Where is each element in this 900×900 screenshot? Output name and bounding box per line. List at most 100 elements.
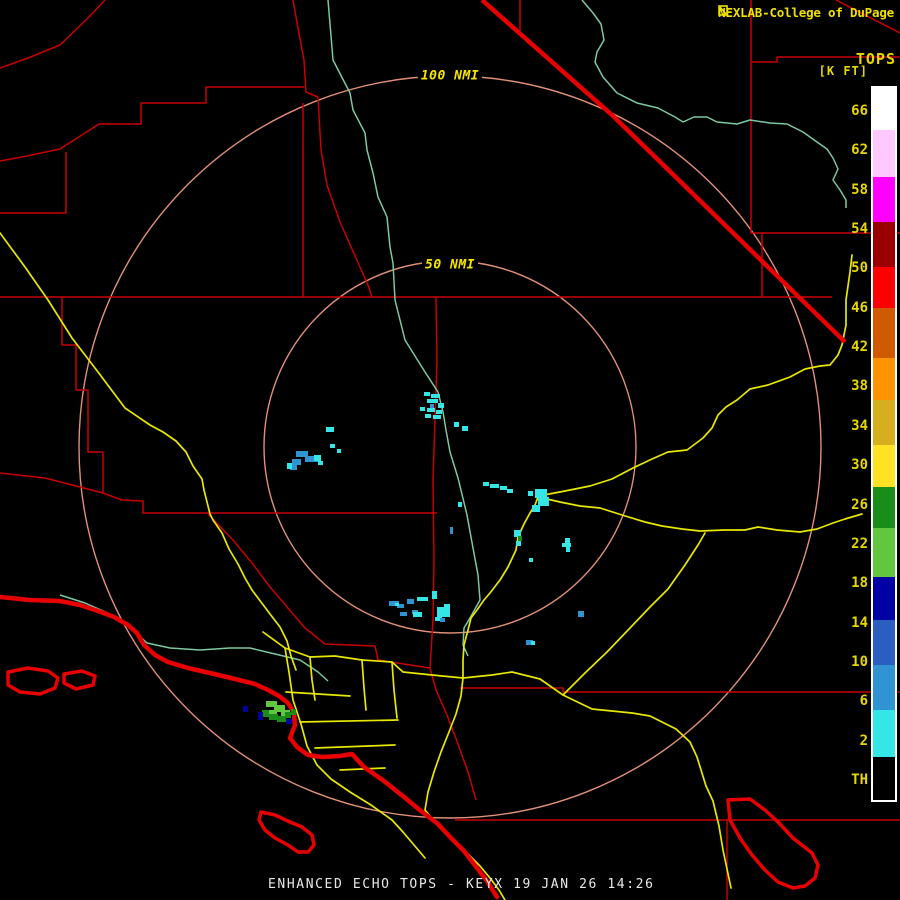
legend-segment — [873, 620, 895, 665]
echo-cell — [427, 408, 435, 412]
legend-label-66: 66 — [832, 103, 868, 119]
echo-cell — [566, 547, 570, 552]
echo-cell — [538, 497, 549, 506]
echo-cell — [430, 404, 434, 408]
legend-label-34: 34 — [832, 418, 868, 434]
echo-cell — [314, 455, 321, 461]
legend-segment — [873, 358, 895, 400]
legend-label-30: 30 — [832, 457, 868, 473]
echo-cell — [400, 612, 407, 616]
legend-units: [K FT] — [819, 64, 868, 78]
echo-cell — [483, 482, 489, 486]
echo-cell — [518, 536, 522, 541]
echo-cell — [330, 444, 335, 448]
legend-label-54: 54 — [832, 221, 868, 237]
legend-segment — [873, 528, 895, 577]
legend-segment — [873, 757, 895, 800]
echo-cell — [431, 394, 440, 398]
echo-cell — [395, 603, 399, 606]
legend-segment — [873, 665, 895, 710]
echo-cell — [432, 591, 437, 599]
echo-cell — [436, 410, 442, 414]
echo-cell — [417, 597, 428, 601]
header: NEXLAB-College of DuPage — [718, 5, 894, 20]
echo-cell — [532, 505, 540, 512]
echo-cell — [326, 427, 334, 432]
echo-cell — [318, 461, 323, 465]
echo-cell — [565, 538, 570, 543]
legend-segment — [873, 400, 895, 445]
echo-cell — [424, 392, 430, 396]
legend-segment — [873, 177, 895, 222]
echo-cell — [286, 719, 292, 724]
coastline — [0, 597, 497, 897]
echo-cell — [450, 527, 453, 534]
echo-cell — [578, 611, 584, 617]
legend-label-42: 42 — [832, 339, 868, 355]
echo-cell — [490, 484, 499, 488]
product-caption: ENHANCED ECHO TOPS - KEYX 19 JAN 26 14:2… — [268, 877, 655, 892]
echo-cell — [462, 426, 468, 431]
echo-cell — [535, 489, 547, 498]
legend-label-14: 14 — [832, 615, 868, 631]
echo-cell — [500, 486, 507, 490]
legend-segment — [873, 577, 895, 620]
legend-label-10: 10 — [832, 654, 868, 670]
echo-cell — [277, 716, 286, 722]
legend-label-6: 6 — [832, 693, 868, 709]
range-ring-label-100nmi: 100 NMI — [418, 69, 482, 84]
legend-segment — [873, 222, 895, 267]
legend-label-62: 62 — [832, 142, 868, 158]
legend-segment — [873, 88, 895, 130]
site-title: NEXLAB-College of DuPage — [718, 5, 894, 20]
echo-cell — [413, 612, 422, 617]
range-ring-50nmi — [264, 261, 636, 633]
legend-segment — [873, 130, 895, 177]
echo-cell — [262, 710, 269, 717]
legend-label-26: 26 — [832, 497, 868, 513]
echo-cell — [287, 463, 292, 469]
echo-cell — [528, 491, 533, 496]
echo-cell — [562, 543, 571, 547]
echo-cell — [407, 599, 414, 604]
legend-label-2: 2 — [832, 733, 868, 749]
range-rings — [79, 76, 821, 818]
legend-color-bar — [871, 86, 897, 802]
echo-cell — [516, 541, 521, 546]
echo-cell — [292, 459, 301, 465]
radar-echoes — [243, 392, 584, 724]
echo-cell — [258, 712, 263, 720]
echo-cell — [458, 502, 462, 507]
echo-cell — [440, 618, 445, 622]
radar-map-canvas — [0, 0, 900, 900]
echo-cell — [437, 607, 450, 617]
legend-segment — [873, 308, 895, 358]
echo-cell — [438, 403, 444, 408]
echo-cell — [507, 489, 513, 493]
legend-label-TH: TH — [832, 772, 868, 788]
echo-cell — [425, 414, 431, 418]
echo-cell — [427, 399, 438, 403]
legend-label-46: 46 — [832, 300, 868, 316]
cod-logo-icon — [718, 5, 728, 16]
islands — [8, 668, 818, 888]
echo-cell — [243, 706, 248, 712]
echo-cell — [454, 422, 459, 427]
legend-label-50: 50 — [832, 260, 868, 276]
echo-cell — [337, 449, 341, 453]
echo-cell — [285, 712, 291, 718]
echo-cell — [433, 415, 441, 419]
echo-cell — [444, 604, 450, 608]
range-ring-label-50nmi: 50 NMI — [422, 258, 478, 273]
legend-segment — [873, 267, 895, 308]
echo-cell — [531, 641, 535, 645]
legend-label-58: 58 — [832, 182, 868, 198]
echo-cell — [291, 709, 296, 715]
echo-cell — [529, 558, 533, 562]
radar-display: 100 NMI 50 NMI NEXLAB-College of DuPage … — [0, 0, 900, 900]
legend-segment — [873, 445, 895, 487]
echo-cell — [514, 530, 521, 537]
range-ring-100nmi — [79, 76, 821, 818]
legend-segment — [873, 710, 895, 757]
rivers — [60, 0, 846, 681]
